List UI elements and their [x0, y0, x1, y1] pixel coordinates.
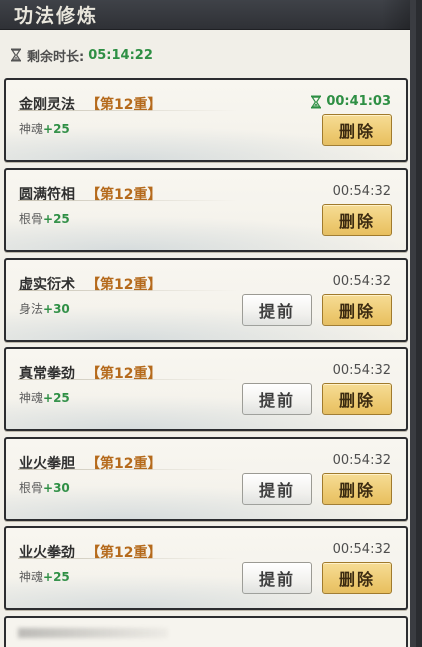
delete-button[interactable]: 删除 [322, 383, 392, 415]
advance-button[interactable]: 提前 [242, 294, 312, 326]
hourglass-icon [311, 95, 322, 108]
skill-level: 【第12重】 [86, 456, 162, 472]
divider [18, 200, 238, 201]
skill-name: 虚实衍术 [19, 277, 75, 293]
stat-value: +30 [43, 302, 70, 316]
stat-value: +25 [43, 570, 70, 584]
skill-stat: 神魂+25 [19, 389, 70, 406]
skill-timer: 00:54:32 [333, 184, 391, 199]
stat-label: 根骨 [19, 481, 44, 495]
skill-time: 00:54:32 [332, 453, 391, 468]
remaining-time-label: 剩余时长: [27, 49, 85, 65]
skill-timer: 00:54:32 [333, 542, 391, 557]
panel-header: 功法修炼 [0, 0, 410, 30]
delete-button[interactable]: 删除 [322, 294, 392, 326]
remaining-time-bar: 剩余时长: 05:14:22 [10, 45, 153, 65]
skill-time: 00:54:32 [332, 363, 391, 378]
hourglass-icon [11, 48, 21, 62]
skill-card: 圆满符相 【第12重】 根骨+25 00:54:32 删除 [4, 168, 408, 252]
skill-timer: 00:54:32 [333, 363, 391, 378]
skill-level: 【第12重】 [86, 545, 162, 561]
advance-button[interactable]: 提前 [242, 383, 312, 415]
skill-stat: 身法+30 [19, 300, 70, 317]
skill-time: 00:54:32 [332, 184, 391, 199]
skill-card: 业火拳胆 【第12重】 根骨+30 00:54:32 提前 删除 [4, 437, 408, 521]
advance-button[interactable]: 提前 [242, 562, 312, 594]
skill-card-partial [4, 616, 408, 647]
skill-stat: 根骨+30 [19, 479, 70, 496]
skill-level: 【第12重】 [86, 97, 162, 113]
divider [18, 290, 238, 291]
skill-time: 00:54:32 [332, 542, 391, 557]
delete-button[interactable]: 删除 [322, 204, 392, 236]
skill-name: 圆满符相 [19, 187, 75, 203]
skill-card: 真常拳劲 【第12重】 神魂+25 00:54:32 提前 删除 [4, 347, 408, 431]
partial-card-text [18, 628, 168, 638]
stat-value: +25 [43, 391, 70, 405]
skill-name: 金刚灵法 [19, 97, 75, 113]
header-decoration [382, 0, 410, 30]
stat-label: 神魂 [19, 570, 44, 584]
skill-name: 业火拳劲 [19, 545, 75, 561]
stat-value: +25 [43, 122, 70, 136]
divider [18, 379, 238, 380]
skill-time: 00:41:03 [326, 94, 391, 109]
delete-button[interactable]: 删除 [322, 114, 392, 146]
cultivation-panel: 功法修炼 剩余时长: 05:14:22 金刚灵法 【第12重】 神魂+25 00… [0, 0, 416, 647]
skill-level: 【第12重】 [86, 366, 162, 382]
skill-name: 真常拳劲 [19, 366, 75, 382]
advance-button[interactable]: 提前 [242, 473, 312, 505]
skill-stat: 神魂+25 [19, 120, 70, 137]
delete-button[interactable]: 删除 [322, 473, 392, 505]
delete-button[interactable]: 删除 [322, 562, 392, 594]
stat-value: +30 [43, 481, 70, 495]
skill-card: 金刚灵法 【第12重】 神魂+25 00:41:03 删除 [4, 78, 408, 162]
skill-stat: 根骨+25 [19, 210, 70, 227]
skill-level: 【第12重】 [86, 277, 162, 293]
skill-card: 业火拳劲 【第12重】 神魂+25 00:54:32 提前 删除 [4, 526, 408, 610]
skill-stat: 神魂+25 [19, 568, 70, 585]
stat-label: 神魂 [19, 391, 44, 405]
stat-label: 神魂 [19, 122, 44, 136]
skill-time: 00:54:32 [332, 274, 391, 289]
remaining-time-value: 05:14:22 [88, 47, 153, 63]
skill-level: 【第12重】 [86, 187, 162, 203]
stat-value: +25 [43, 212, 70, 226]
skill-name: 业火拳胆 [19, 456, 75, 472]
skill-timer: 00:54:32 [333, 274, 391, 289]
skill-card: 虚实衍术 【第12重】 身法+30 00:54:32 提前 删除 [4, 258, 408, 342]
divider [18, 469, 238, 470]
divider [18, 110, 238, 111]
stat-label: 身法 [19, 302, 44, 316]
skill-timer: 00:41:03 [310, 94, 391, 109]
divider [18, 558, 238, 559]
skill-timer: 00:54:32 [333, 453, 391, 468]
panel-title: 功法修炼 [14, 5, 99, 27]
stat-label: 根骨 [19, 212, 44, 226]
